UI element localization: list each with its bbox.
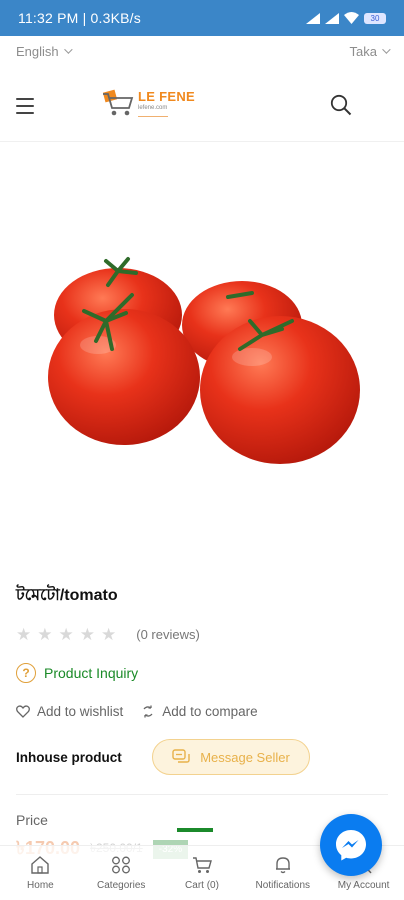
chat-icon bbox=[172, 749, 190, 763]
wifi-icon bbox=[344, 12, 359, 24]
battery-icon: 30 bbox=[364, 12, 386, 24]
chevron-down-icon bbox=[63, 45, 73, 54]
nav-categories-label: Categories bbox=[97, 879, 146, 891]
logo-title: LE FENE bbox=[138, 88, 195, 104]
menu-icon[interactable] bbox=[16, 98, 34, 114]
battery-level: 30 bbox=[370, 13, 380, 23]
product-title: টমেটো/tomato bbox=[16, 587, 118, 604]
logo-underline bbox=[138, 115, 168, 117]
seller-label: Inhouse product bbox=[16, 750, 122, 765]
add-to-compare-button[interactable]: Add to compare bbox=[141, 704, 258, 719]
message-seller-button[interactable]: Message Seller bbox=[152, 739, 310, 775]
chevron-down-icon bbox=[382, 45, 391, 54]
nav-home[interactable]: Home bbox=[0, 846, 81, 900]
nav-notifications-label: Notifications bbox=[255, 879, 311, 891]
star-icon: ★ bbox=[101, 625, 117, 644]
nav-categories[interactable]: Categories bbox=[81, 846, 162, 900]
product-rating: ★ ★ ★ ★ ★ (0 reviews) bbox=[16, 626, 200, 643]
star-icon: ★ bbox=[16, 625, 32, 644]
language-selector[interactable]: English bbox=[16, 43, 73, 59]
price-label: Price bbox=[16, 812, 48, 828]
star-icon: ★ bbox=[58, 625, 74, 644]
signal-icon bbox=[325, 12, 339, 24]
home-icon bbox=[31, 855, 50, 874]
messenger-chat-button[interactable] bbox=[320, 814, 382, 876]
logo-subtitle: lefene.com bbox=[138, 104, 168, 111]
product-inquiry-label: Product Inquiry bbox=[44, 665, 139, 681]
status-bar: 11:32 PM | 0.3KB/s 30 bbox=[0, 0, 404, 36]
product-actions: Add to wishlist Add to compare bbox=[16, 704, 258, 719]
language-label: English bbox=[16, 43, 59, 59]
nav-my-account-label: My Account bbox=[337, 879, 390, 891]
star-icon: ★ bbox=[79, 625, 95, 644]
add-to-wishlist-button[interactable]: Add to wishlist bbox=[16, 704, 123, 719]
signal-icon bbox=[306, 12, 320, 24]
cart-icon bbox=[192, 856, 212, 873]
price-badge-top bbox=[177, 828, 213, 832]
compare-label: Add to compare bbox=[162, 704, 258, 719]
question-icon: ? bbox=[16, 663, 36, 683]
app-header: LE FENE lefene.com bbox=[0, 70, 404, 142]
review-count: (0 reviews) bbox=[136, 627, 200, 642]
locale-bar: English Taka bbox=[0, 36, 404, 66]
compare-icon bbox=[143, 705, 153, 718]
system-icons: 30 bbox=[306, 12, 386, 24]
nav-cart-label: Cart (0) bbox=[185, 879, 219, 891]
nav-cart[interactable]: Cart (0) bbox=[162, 846, 243, 900]
brand-logo[interactable]: LE FENE lefene.com bbox=[102, 88, 195, 118]
nav-notifications[interactable]: Notifications bbox=[242, 846, 323, 900]
message-seller-label: Message Seller bbox=[200, 749, 290, 765]
star-icon: ★ bbox=[37, 625, 53, 644]
categories-icon bbox=[112, 856, 131, 873]
currency-label: Taka bbox=[349, 43, 377, 59]
heart-icon bbox=[16, 705, 30, 718]
nav-home-label: Home bbox=[27, 879, 54, 891]
messenger-icon bbox=[336, 830, 366, 861]
currency-selector[interactable]: Taka bbox=[349, 43, 391, 59]
product-inquiry-link[interactable]: ? Product Inquiry bbox=[16, 663, 138, 683]
wishlist-label: Add to wishlist bbox=[37, 704, 124, 719]
bell-icon bbox=[275, 856, 290, 873]
section-divider bbox=[16, 794, 388, 795]
product-image[interactable] bbox=[0, 145, 404, 565]
cart-logo-icon bbox=[102, 89, 134, 116]
status-time: 11:32 PM | 0.3KB/s bbox=[18, 10, 141, 26]
search-icon[interactable] bbox=[330, 94, 352, 116]
